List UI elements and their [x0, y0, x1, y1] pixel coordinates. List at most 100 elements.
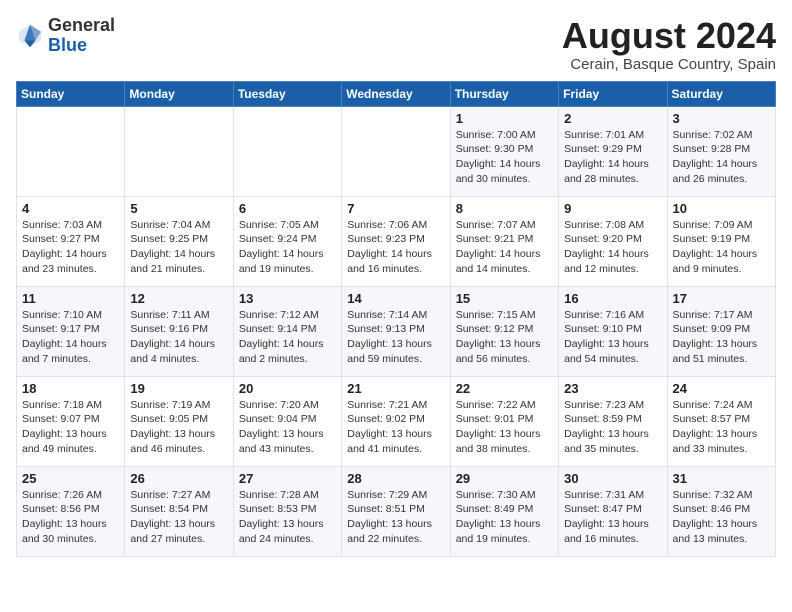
day-info: Sunrise: 7:28 AMSunset: 8:53 PMDaylight:… — [239, 488, 336, 547]
calendar-cell: 19Sunrise: 7:19 AMSunset: 9:05 PMDayligh… — [125, 376, 233, 466]
day-info: Sunrise: 7:26 AMSunset: 8:56 PMDaylight:… — [22, 488, 119, 547]
day-number: 22 — [456, 381, 553, 396]
day-number: 1 — [456, 111, 553, 126]
calendar-cell: 8 Sunrise: 7:07 AMSunset: 9:21 PMDaylight… — [450, 196, 558, 286]
day-number: 19 — [130, 381, 227, 396]
week-row-4: 18 Sunrise: 7:18 AMSunset: 9:07 PMDayligh… — [17, 376, 776, 466]
day-number: 31 — [673, 471, 770, 486]
calendar-cell: 29 Sunrise: 7:30 AMSunset: 8:49 PMDayligh… — [450, 466, 558, 556]
day-info: Sunrise: 7:06 AMSunset: 9:23 PMDaylight:… — [347, 218, 444, 277]
day-info: Sunrise: 7:00 AMSunset: 9:30 PMDaylight:… — [456, 128, 553, 187]
day-number: 11 — [22, 291, 119, 306]
day-info: Sunrise: 7:03 AMSunset: 9:27 PMDaylight:… — [22, 218, 119, 277]
day-info: Sunrise: 7:23 AMSunset: 8:59 PMDaylight:… — [564, 398, 661, 457]
day-number: 26 — [130, 471, 227, 486]
calendar-cell: 11 Sunrise: 7:10 AMSunset: 9:17 PMDayligh… — [17, 286, 125, 376]
day-number: 25 — [22, 471, 119, 486]
day-info: Sunrise: 7:09 AMSunset: 9:19 PMDaylight:… — [673, 218, 770, 277]
day-info: Sunrise: 7:24 AMSunset: 8:57 PMDaylight:… — [673, 398, 770, 457]
calendar-cell: 3 Sunrise: 7:02 AMSunset: 9:28 PMDaylight… — [667, 106, 775, 196]
calendar-cell: 18 Sunrise: 7:18 AMSunset: 9:07 PMDayligh… — [17, 376, 125, 466]
logo-text: General Blue — [48, 16, 115, 56]
week-row-2: 4 Sunrise: 7:03 AMSunset: 9:27 PMDaylight… — [17, 196, 776, 286]
day-number: 4 — [22, 201, 119, 216]
calendar-cell: 4 Sunrise: 7:03 AMSunset: 9:27 PMDaylight… — [17, 196, 125, 286]
day-number: 21 — [347, 381, 444, 396]
day-number: 13 — [239, 291, 336, 306]
day-info: Sunrise: 7:14 AMSunset: 9:13 PMDaylight:… — [347, 308, 444, 367]
day-number: 8 — [456, 201, 553, 216]
day-info: Sunrise: 7:01 AMSunset: 9:29 PMDaylight:… — [564, 128, 661, 187]
calendar-cell: 5 Sunrise: 7:04 AMSunset: 9:25 PMDaylight… — [125, 196, 233, 286]
day-number: 30 — [564, 471, 661, 486]
header-day-wednesday: Wednesday — [342, 81, 450, 106]
day-info: Sunrise: 7:20 AMSunset: 9:04 PMDaylight:… — [239, 398, 336, 457]
calendar-cell: 23Sunrise: 7:23 AMSunset: 8:59 PMDayligh… — [559, 376, 667, 466]
day-info: Sunrise: 7:12 AMSunset: 9:14 PMDaylight:… — [239, 308, 336, 367]
calendar-cell — [233, 106, 341, 196]
calendar-table: SundayMondayTuesdayWednesdayThursdayFrid… — [16, 81, 776, 557]
day-info: Sunrise: 7:22 AMSunset: 9:01 PMDaylight:… — [456, 398, 553, 457]
month-title: August 2024 — [562, 16, 776, 56]
week-row-3: 11 Sunrise: 7:10 AMSunset: 9:17 PMDayligh… — [17, 286, 776, 376]
logo-blue-text: Blue — [48, 36, 115, 56]
day-number: 9 — [564, 201, 661, 216]
header-day-monday: Monday — [125, 81, 233, 106]
day-number: 12 — [130, 291, 227, 306]
day-number: 20 — [239, 381, 336, 396]
calendar-header-row: SundayMondayTuesdayWednesdayThursdayFrid… — [17, 81, 776, 106]
day-number: 27 — [239, 471, 336, 486]
logo-icon — [16, 22, 44, 50]
day-info: Sunrise: 7:02 AMSunset: 9:28 PMDaylight:… — [673, 128, 770, 187]
day-info: Sunrise: 7:17 AMSunset: 9:09 PMDaylight:… — [673, 308, 770, 367]
header: General Blue August 2024 Cerain, Basque … — [16, 16, 776, 73]
day-info: Sunrise: 7:11 AMSunset: 9:16 PMDaylight:… — [130, 308, 227, 367]
day-info: Sunrise: 7:21 AMSunset: 9:02 PMDaylight:… — [347, 398, 444, 457]
header-day-friday: Friday — [559, 81, 667, 106]
day-info: Sunrise: 7:29 AMSunset: 8:51 PMDaylight:… — [347, 488, 444, 547]
day-number: 18 — [22, 381, 119, 396]
day-info: Sunrise: 7:18 AMSunset: 9:07 PMDaylight:… — [22, 398, 119, 457]
header-day-sunday: Sunday — [17, 81, 125, 106]
calendar-cell: 28 Sunrise: 7:29 AMSunset: 8:51 PMDayligh… — [342, 466, 450, 556]
calendar-cell: 9 Sunrise: 7:08 AMSunset: 9:20 PMDaylight… — [559, 196, 667, 286]
location-title: Cerain, Basque Country, Spain — [562, 56, 776, 73]
calendar-cell: 30 Sunrise: 7:31 AMSunset: 8:47 PMDayligh… — [559, 466, 667, 556]
header-day-thursday: Thursday — [450, 81, 558, 106]
week-row-5: 25 Sunrise: 7:26 AMSunset: 8:56 PMDayligh… — [17, 466, 776, 556]
day-info: Sunrise: 7:08 AMSunset: 9:20 PMDaylight:… — [564, 218, 661, 277]
day-number: 14 — [347, 291, 444, 306]
day-number: 24 — [673, 381, 770, 396]
day-info: Sunrise: 7:15 AMSunset: 9:12 PMDaylight:… — [456, 308, 553, 367]
day-number: 2 — [564, 111, 661, 126]
day-number: 3 — [673, 111, 770, 126]
calendar-cell: 20 Sunrise: 7:20 AMSunset: 9:04 PMDayligh… — [233, 376, 341, 466]
day-number: 17 — [673, 291, 770, 306]
day-info: Sunrise: 7:32 AMSunset: 8:46 PMDaylight:… — [673, 488, 770, 547]
day-number: 29 — [456, 471, 553, 486]
calendar-cell: 25 Sunrise: 7:26 AMSunset: 8:56 PMDayligh… — [17, 466, 125, 556]
calendar-cell: 16Sunrise: 7:16 AMSunset: 9:10 PMDayligh… — [559, 286, 667, 376]
calendar-cell: 31 Sunrise: 7:32 AMSunset: 8:46 PMDayligh… — [667, 466, 775, 556]
calendar-cell: 2 Sunrise: 7:01 AMSunset: 9:29 PMDaylight… — [559, 106, 667, 196]
day-info: Sunrise: 7:05 AMSunset: 9:24 PMDaylight:… — [239, 218, 336, 277]
day-info: Sunrise: 7:30 AMSunset: 8:49 PMDaylight:… — [456, 488, 553, 547]
day-info: Sunrise: 7:16 AMSunset: 9:10 PMDaylight:… — [564, 308, 661, 367]
day-info: Sunrise: 7:31 AMSunset: 8:47 PMDaylight:… — [564, 488, 661, 547]
week-row-1: 1 Sunrise: 7:00 AMSunset: 9:30 PMDaylight… — [17, 106, 776, 196]
calendar-cell — [17, 106, 125, 196]
logo: General Blue — [16, 16, 115, 56]
calendar-cell: 21 Sunrise: 7:21 AMSunset: 9:02 PMDayligh… — [342, 376, 450, 466]
day-info: Sunrise: 7:04 AMSunset: 9:25 PMDaylight:… — [130, 218, 227, 277]
day-info: Sunrise: 7:27 AMSunset: 8:54 PMDaylight:… — [130, 488, 227, 547]
day-number: 10 — [673, 201, 770, 216]
day-info: Sunrise: 7:07 AMSunset: 9:21 PMDaylight:… — [456, 218, 553, 277]
day-number: 28 — [347, 471, 444, 486]
logo-general-text: General — [48, 16, 115, 36]
day-info: Sunrise: 7:10 AMSunset: 9:17 PMDaylight:… — [22, 308, 119, 367]
title-area: August 2024 Cerain, Basque Country, Spai… — [562, 16, 776, 73]
header-day-tuesday: Tuesday — [233, 81, 341, 106]
calendar-cell: 27 Sunrise: 7:28 AMSunset: 8:53 PMDayligh… — [233, 466, 341, 556]
day-number: 5 — [130, 201, 227, 216]
calendar-cell: 15Sunrise: 7:15 AMSunset: 9:12 PMDayligh… — [450, 286, 558, 376]
